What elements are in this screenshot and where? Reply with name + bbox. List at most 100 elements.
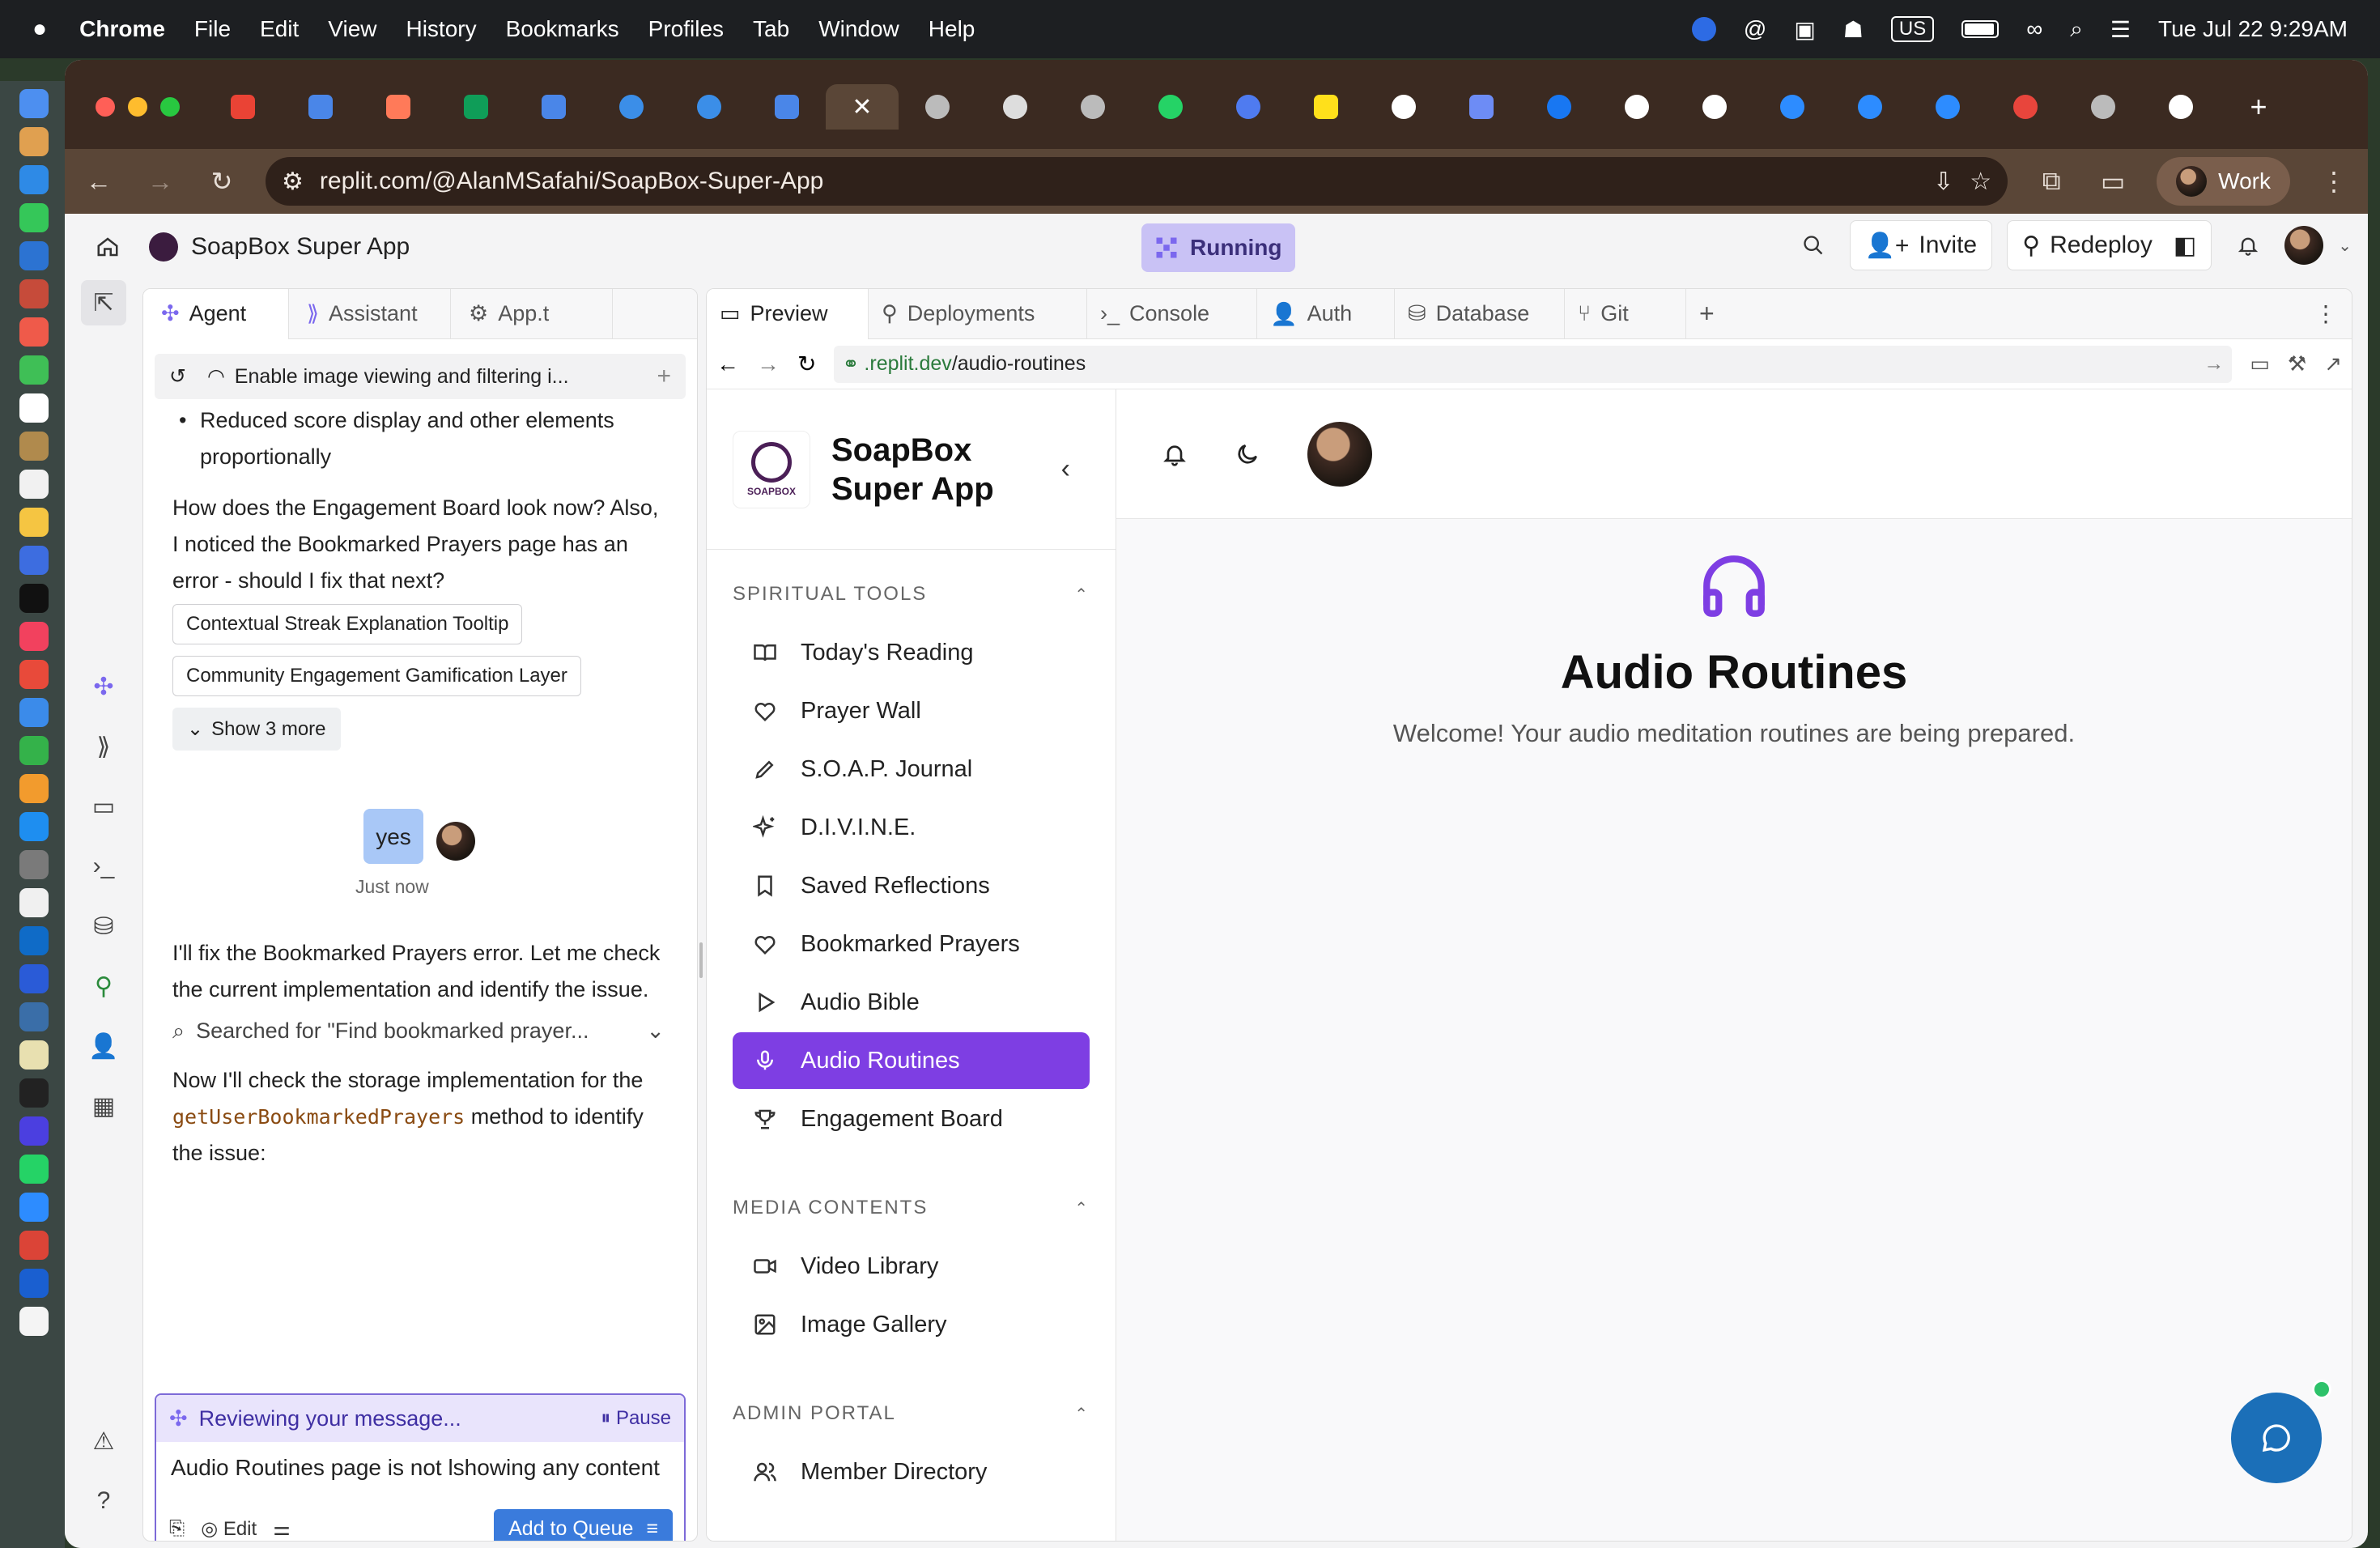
preview-icon[interactable]: ▭ bbox=[81, 784, 126, 829]
deployments-icon[interactable]: ⚲ bbox=[81, 963, 126, 1009]
back-icon[interactable]: ← bbox=[716, 351, 739, 377]
dock-app-icon[interactable] bbox=[19, 774, 49, 803]
dock-app-icon[interactable] bbox=[19, 1116, 49, 1146]
dock-app-icon[interactable] bbox=[19, 584, 49, 613]
devices-icon[interactable]: ▭ bbox=[2250, 351, 2270, 376]
nav-audio-routines[interactable]: Audio Routines bbox=[733, 1032, 1090, 1089]
tab-database[interactable]: ⛁ Database bbox=[1395, 289, 1565, 339]
tab-git[interactable]: ⑂ Git bbox=[1565, 289, 1686, 339]
dock-app-icon[interactable] bbox=[19, 660, 49, 689]
dock-app-icon[interactable] bbox=[19, 1231, 49, 1260]
browser-tab[interactable] bbox=[1365, 84, 1443, 130]
dock-app-icon[interactable] bbox=[19, 432, 49, 461]
devtools-icon[interactable]: ⚒ bbox=[2288, 351, 2306, 376]
dock-app-icon[interactable] bbox=[19, 1269, 49, 1298]
more-options-icon[interactable]: ⋮ bbox=[2314, 300, 2337, 327]
browser-tab[interactable] bbox=[1753, 84, 1831, 130]
dock-app-icon[interactable] bbox=[19, 1040, 49, 1070]
outlook-icon[interactable]: ▣ bbox=[1794, 16, 1815, 43]
message-input[interactable]: Audio Routines page is not lshowing any … bbox=[156, 1442, 684, 1494]
zoom-status-icon[interactable] bbox=[1691, 17, 1716, 41]
nav-video-library[interactable]: Video Library bbox=[733, 1238, 1090, 1295]
tab-agent[interactable]: ✣ Agent bbox=[143, 289, 289, 339]
dock-app-icon[interactable] bbox=[19, 89, 49, 118]
dock-app-icon[interactable] bbox=[19, 1193, 49, 1222]
browser-tab[interactable] bbox=[204, 84, 282, 130]
close-tab-icon[interactable]: ✕ bbox=[852, 93, 872, 121]
add-tab-button[interactable]: + bbox=[1686, 289, 1735, 339]
pause-button[interactable]: ⏸ Pause bbox=[601, 1407, 671, 1430]
profile-button[interactable]: Work bbox=[2157, 157, 2290, 206]
dock-app-icon[interactable] bbox=[19, 1155, 49, 1184]
dock-app-icon[interactable] bbox=[19, 470, 49, 499]
dock-app-icon[interactable] bbox=[19, 888, 49, 917]
alerts-icon[interactable]: ⚠ bbox=[81, 1418, 126, 1464]
menu-view[interactable]: View bbox=[328, 16, 376, 42]
agent-icon[interactable]: ✣ bbox=[81, 664, 126, 709]
browser-tab[interactable] bbox=[359, 84, 437, 130]
search-icon[interactable]: ⌕ bbox=[2070, 16, 2083, 43]
back-icon[interactable]: ← bbox=[81, 164, 117, 199]
browser-tab[interactable] bbox=[437, 84, 515, 130]
extensions-icon[interactable]: ⧉ bbox=[2034, 164, 2069, 199]
tab-search-icon[interactable]: ▭ bbox=[2095, 164, 2131, 199]
url-text[interactable]: replit.com/@AlanMSafahi/SoapBox-Super-Ap… bbox=[320, 168, 823, 195]
browser-tab[interactable] bbox=[2142, 84, 2220, 130]
assistant-icon[interactable]: ⟫ bbox=[81, 724, 126, 769]
go-icon[interactable]: → bbox=[2204, 352, 2224, 376]
home-icon[interactable] bbox=[87, 227, 128, 267]
link-icon[interactable]: ∞ bbox=[2026, 16, 2042, 42]
browser-tab[interactable] bbox=[1909, 84, 1987, 130]
database-icon[interactable]: ⛁ bbox=[81, 904, 126, 949]
install-icon[interactable]: ⇩ bbox=[1933, 168, 1953, 196]
menu-help[interactable]: Help bbox=[929, 16, 975, 42]
dock-app-icon[interactable] bbox=[19, 393, 49, 423]
panel-resize-handle[interactable] bbox=[699, 942, 703, 978]
tab-assistant[interactable]: ⟫ Assistant bbox=[289, 289, 451, 339]
dock-app-icon[interactable] bbox=[19, 850, 49, 879]
preview-url-input[interactable]: ⚭ .replit.dev/audio-routines → bbox=[834, 345, 2233, 383]
bell-icon[interactable] bbox=[1162, 441, 1188, 467]
dock-app-icon[interactable] bbox=[19, 812, 49, 841]
chat-support-button[interactable] bbox=[2231, 1393, 2322, 1483]
search-step[interactable]: ⌕ Searched for "Find bookmarked prayer..… bbox=[172, 1013, 669, 1049]
show-more-button[interactable]: ⌄ Show 3 more bbox=[172, 708, 341, 751]
dock-app-icon[interactable] bbox=[19, 698, 49, 727]
browser-tab[interactable] bbox=[1132, 84, 1209, 130]
battery-icon[interactable] bbox=[1961, 20, 2000, 38]
help-icon[interactable]: ? bbox=[81, 1478, 126, 1524]
dock-app-icon[interactable] bbox=[19, 964, 49, 993]
new-chat-icon[interactable]: + bbox=[657, 363, 671, 390]
nav-soap-journal[interactable]: S.O.A.P. Journal bbox=[733, 741, 1090, 797]
invite-button[interactable]: 👤+ Invite bbox=[1849, 220, 1993, 270]
dock-app-icon[interactable] bbox=[19, 1307, 49, 1336]
browser-tab[interactable] bbox=[976, 84, 1054, 130]
input-source[interactable]: US bbox=[1890, 16, 1935, 42]
menu-edit[interactable]: Edit bbox=[260, 16, 299, 42]
clock[interactable]: Tue Jul 22 9:29AM bbox=[2158, 16, 2348, 42]
browser-tab[interactable] bbox=[1598, 84, 1676, 130]
suggestion-chip[interactable]: Community Engagement Gamification Layer bbox=[172, 656, 581, 696]
tab-app[interactable]: ⚙ App.t bbox=[451, 289, 613, 339]
forward-icon[interactable]: → bbox=[757, 351, 780, 377]
dock-app-icon[interactable] bbox=[19, 127, 49, 156]
tab-auth[interactable]: 👤 Auth bbox=[1257, 289, 1395, 339]
browser-tab[interactable] bbox=[1287, 84, 1365, 130]
browser-tab[interactable] bbox=[1987, 84, 2064, 130]
console-icon[interactable]: ›_ bbox=[81, 844, 126, 889]
section-header-spiritual-tools[interactable]: SPIRITUAL TOOLS ⌃ bbox=[707, 566, 1116, 623]
menu-bookmarks[interactable]: Bookmarks bbox=[506, 16, 619, 42]
dock-app-icon[interactable] bbox=[19, 508, 49, 537]
menu-profiles[interactable]: Profiles bbox=[648, 16, 724, 42]
suggestion-chip[interactable]: Contextual Streak Explanation Tooltip bbox=[172, 604, 523, 644]
apple-icon[interactable]: ● bbox=[32, 15, 47, 43]
nav-todays-reading[interactable]: Today's Reading bbox=[733, 624, 1090, 681]
nav-bookmarked-prayers[interactable]: Bookmarked Prayers bbox=[733, 916, 1090, 972]
all-tools-icon[interactable]: ▦ bbox=[81, 1083, 126, 1129]
edit-button[interactable]: ◎ Edit bbox=[201, 1517, 257, 1541]
nav-image-gallery[interactable]: Image Gallery bbox=[733, 1296, 1090, 1353]
minimize-window-button[interactable] bbox=[128, 97, 147, 117]
site-settings-icon[interactable]: ⚙ bbox=[282, 168, 304, 196]
dock-app-icon[interactable] bbox=[19, 546, 49, 575]
nav-divine[interactable]: D.I.V.I.N.E. bbox=[733, 799, 1090, 856]
